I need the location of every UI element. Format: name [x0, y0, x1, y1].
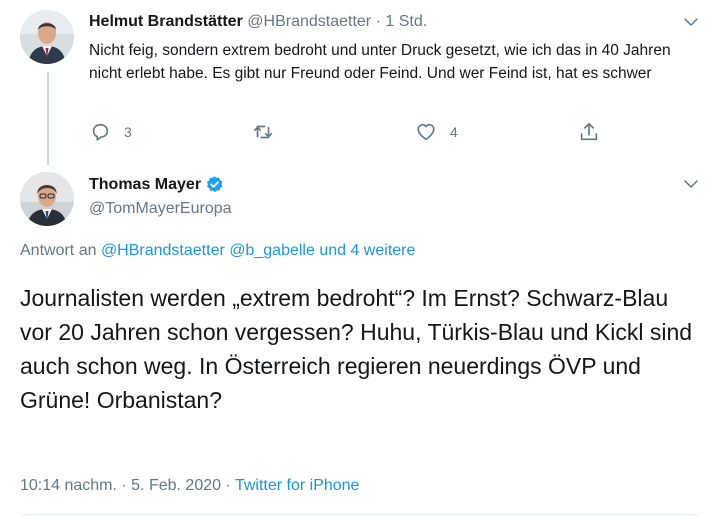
parent-tweet-header: Helmut Brandstätter @HBrandstaetter · 1 … — [89, 13, 427, 31]
avatar-helmut-brandstaetter[interactable] — [20, 10, 74, 64]
main-author-name[interactable]: Thomas Mayer — [89, 176, 201, 194]
reply-to-mentions[interactable]: @HBrandstaetter @b_gabelle und 4 weitere — [101, 242, 415, 259]
main-author-name-row: Thomas Mayer — [89, 175, 224, 194]
chevron-down-icon[interactable] — [682, 175, 700, 193]
reply-count: 3 — [124, 124, 132, 140]
thread-connector-line — [47, 72, 49, 165]
tweet-source[interactable]: Twitter for iPhone — [235, 477, 360, 494]
parent-tweet-time[interactable]: 1 Std. — [385, 13, 427, 30]
like-icon — [417, 123, 435, 141]
parent-tweet-text: Nicht feig, sondern extrem bedroht und u… — [89, 42, 671, 82]
parent-author-handle[interactable]: @HBrandstaetter — [247, 13, 371, 30]
header-separator: · — [375, 13, 381, 30]
meta-separator: · — [225, 477, 231, 494]
retweet-icon — [253, 125, 273, 139]
like-count: 4 — [450, 124, 458, 140]
share-icon — [580, 122, 598, 141]
retweet-button[interactable] — [252, 121, 287, 143]
reply-icon — [92, 123, 109, 141]
main-author-handle[interactable]: @TomMayerEuropa — [89, 200, 232, 218]
chevron-down-icon[interactable] — [682, 13, 700, 31]
verified-badge-icon — [207, 176, 223, 193]
tweet-meta: 10:14 nachm. · 5. Feb. 2020 · Twitter fo… — [20, 477, 359, 495]
like-button[interactable]: 4 — [415, 121, 458, 143]
divider — [20, 514, 700, 515]
tweet-timestamp[interactable]: 10:14 nachm. · 5. Feb. 2020 — [20, 477, 221, 494]
avatar-thomas-mayer[interactable] — [20, 172, 74, 226]
parent-tweet-actions: 3 4 — [89, 121, 609, 143]
reply-to-prefix: Antwort an — [20, 242, 97, 259]
reply-to-line: Antwort an @HBrandstaetter @b_gabelle un… — [20, 242, 415, 260]
share-button[interactable] — [578, 121, 600, 143]
main-tweet-text: Journalisten werden „extrem bedroht“? Im… — [20, 285, 693, 413]
parent-author-name[interactable]: Helmut Brandstätter — [89, 13, 243, 30]
reply-button[interactable]: 3 — [89, 121, 132, 143]
